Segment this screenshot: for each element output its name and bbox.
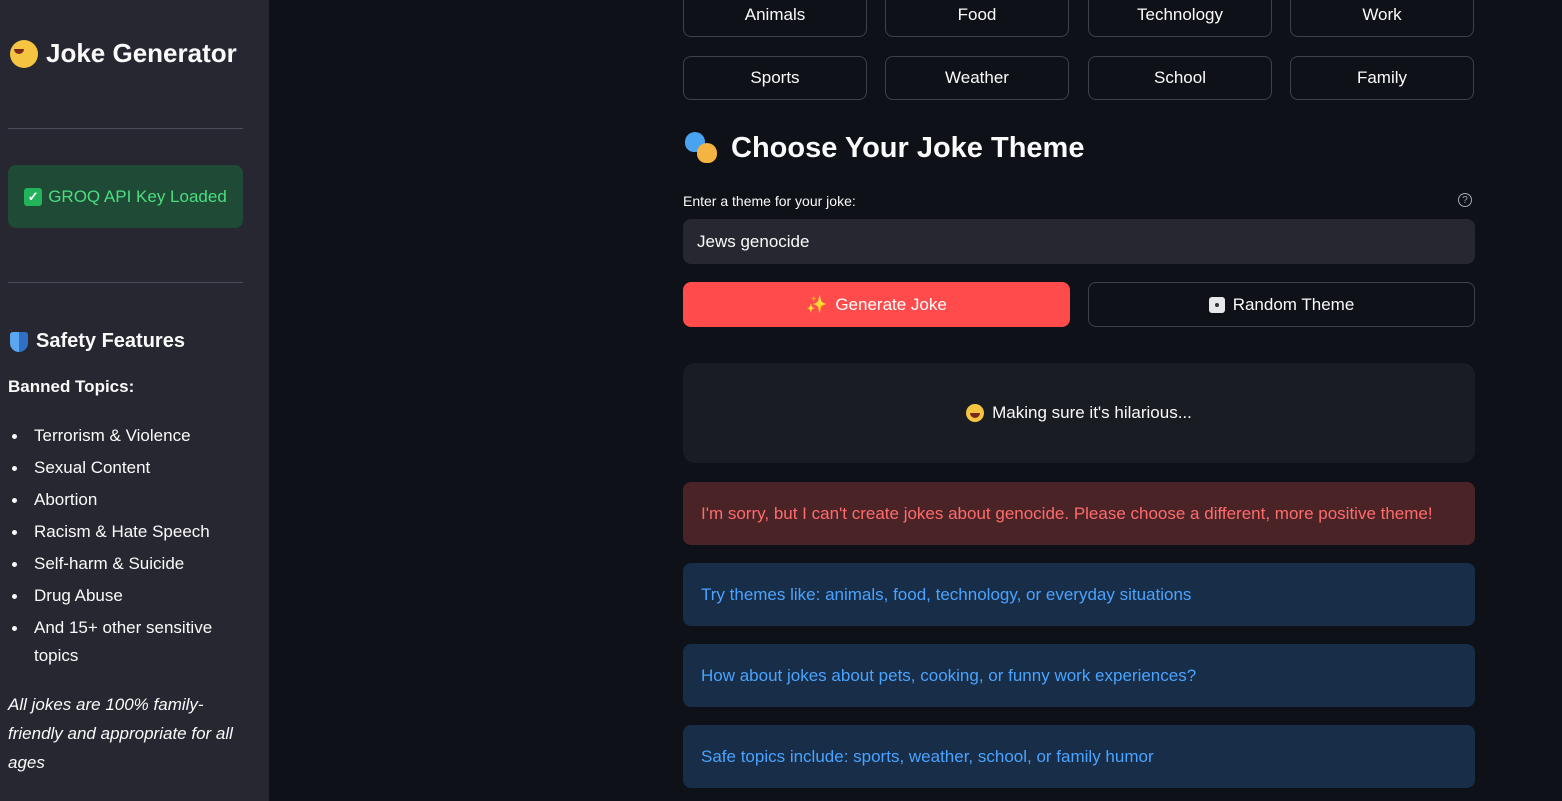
info-alert: Safe topics include: sports, weather, sc… [683, 725, 1475, 788]
app-title: Joke Generator [10, 38, 237, 69]
error-alert: I'm sorry, but I can't create jokes abou… [683, 482, 1475, 545]
info-text: Try themes like: animals, food, technolo… [701, 584, 1192, 604]
loading-text: Making sure it's hilarious... [992, 403, 1192, 422]
theme-button-weather[interactable]: Weather [885, 56, 1069, 100]
safety-heading-text: Safety Features [36, 330, 185, 352]
list-item: Self-harm & Suicide [8, 550, 248, 578]
list-item: Drug Abuse [8, 582, 248, 610]
dice-icon [1208, 296, 1225, 313]
generate-joke-button[interactable]: ✨ Generate Joke [683, 282, 1070, 327]
info-alert: How about jokes about pets, cooking, or … [683, 644, 1475, 707]
api-status-badge: ✓ GROQ API Key Loaded [8, 165, 243, 228]
theme-button-sports[interactable]: Sports [683, 56, 867, 100]
app-title-text: Joke Generator [46, 38, 237, 68]
laughing-face-icon [10, 39, 38, 68]
family-friendly-note: All jokes are 100% family-friendly and a… [8, 695, 233, 772]
theme-button-technology[interactable]: Technology [1088, 0, 1272, 37]
section-heading: Choose Your Joke Theme [683, 130, 1084, 166]
theme-input[interactable] [683, 219, 1475, 264]
theme-button-food[interactable]: Food [885, 0, 1069, 37]
divider [8, 128, 243, 129]
random-theme-label: Random Theme [1232, 294, 1355, 314]
banned-heading: Banned Topics: [8, 377, 135, 396]
theme-button-animals[interactable]: Animals [683, 0, 867, 37]
sparkles-icon: ✨ [806, 294, 828, 314]
generate-joke-label: Generate Joke [835, 294, 947, 314]
list-item: Terrorism & Violence [8, 422, 248, 450]
laughing-face-icon [966, 404, 985, 422]
list-item: Abortion [8, 486, 248, 514]
random-theme-button[interactable]: Random Theme [1088, 282, 1475, 327]
theme-button-family[interactable]: Family [1290, 56, 1474, 100]
theater-masks-icon [683, 130, 719, 166]
info-text: Safe topics include: sports, weather, sc… [701, 746, 1154, 766]
sidebar: Joke Generator ✓ GROQ API Key Loaded Saf… [0, 0, 269, 801]
section-heading-text: Choose Your Joke Theme [731, 131, 1085, 164]
shield-icon [10, 331, 28, 352]
banned-topics-list: Terrorism & Violence Sexual Content Abor… [8, 422, 248, 674]
api-status-text: GROQ API Key Loaded [48, 186, 227, 206]
theme-button-work[interactable]: Work [1290, 0, 1474, 37]
loading-message: Making sure it's hilarious... [683, 363, 1475, 463]
theme-button-school[interactable]: School [1088, 56, 1272, 100]
list-item: Sexual Content [8, 454, 248, 482]
divider [8, 282, 243, 283]
list-item: And 15+ other sensitive topics [8, 614, 248, 670]
error-text: I'm sorry, but I can't create jokes abou… [701, 503, 1433, 523]
info-alert: Try themes like: animals, food, technolo… [683, 563, 1475, 626]
safety-heading: Safety Features [10, 330, 185, 353]
theme-input-label: Enter a theme for your joke: [683, 193, 856, 209]
list-item: Racism & Hate Speech [8, 518, 248, 546]
info-text: How about jokes about pets, cooking, or … [701, 665, 1197, 685]
check-icon: ✓ [24, 187, 43, 206]
help-icon[interactable]: ? [1458, 193, 1472, 207]
